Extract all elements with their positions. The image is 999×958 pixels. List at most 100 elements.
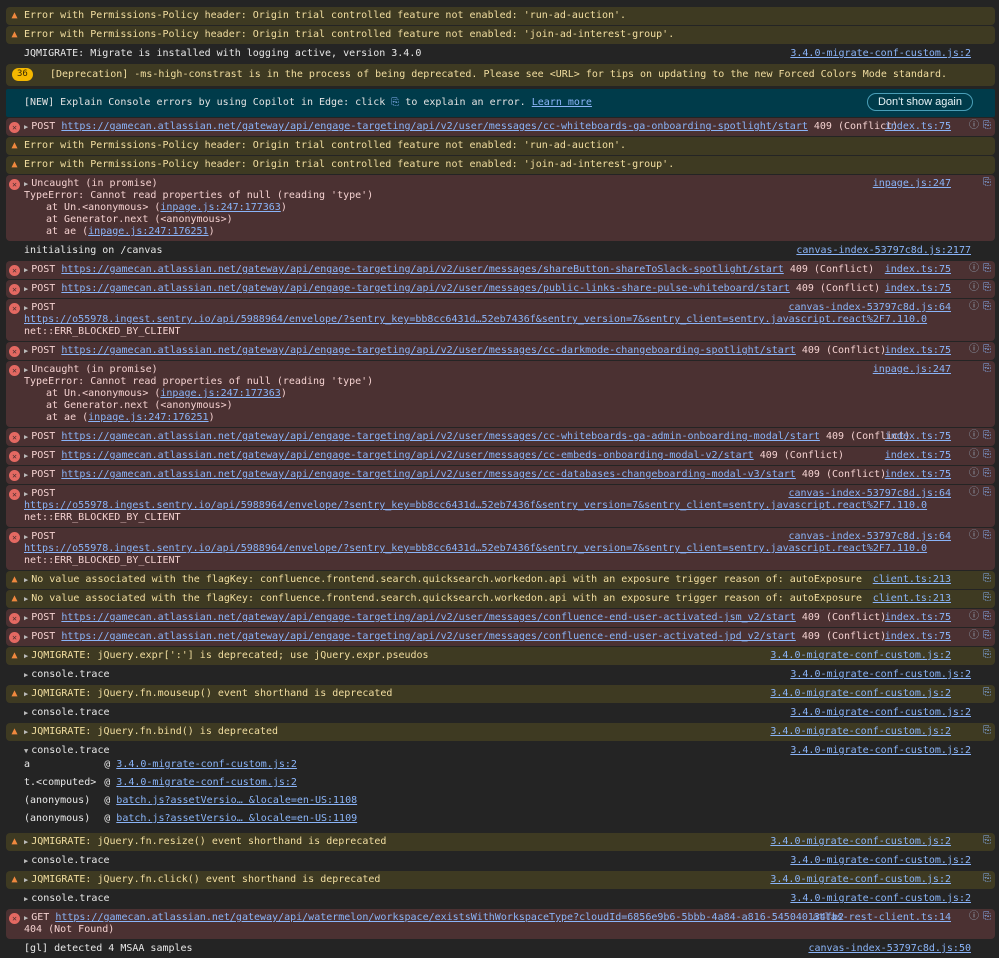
copilot-explain-icon[interactable]: ⎘ [983,430,991,441]
source-link[interactable]: atlas-rest-client.ts:14 [813,912,951,924]
source-link[interactable]: 3.4.0-migrate-conf-custom.js:2 [770,688,951,700]
copilot-explain-icon[interactable]: ⎘ [983,530,991,541]
expand-triangle-icon[interactable]: ▶ [24,433,28,441]
message-link[interactable]: https://gamecan.atlassian.net/gateway/ap… [61,450,753,461]
copilot-explain-icon[interactable]: ⎘ [983,835,991,846]
network-info-icon[interactable]: ⓘ [969,120,979,131]
copilot-explain-icon[interactable]: ⎘ [983,487,991,498]
source-link[interactable]: index.ts:75 [885,283,951,295]
network-info-icon[interactable]: ⓘ [969,468,979,479]
network-info-icon[interactable]: ⓘ [969,611,979,622]
message-link[interactable]: https://gamecan.atlassian.net/gateway/ap… [61,121,808,132]
expand-triangle-icon[interactable]: ▶ [24,180,28,188]
source-link[interactable]: 3.4.0-migrate-conf-custom.js:2 [790,745,971,757]
source-link[interactable]: 3.4.0-migrate-conf-custom.js:2 [770,836,951,848]
source-link[interactable]: canvas-index-53797c8d.js:50 [808,943,971,955]
expand-triangle-icon[interactable]: ▶ [24,709,28,717]
expand-triangle-icon[interactable]: ▶ [24,671,28,679]
frame-source-link[interactable]: 3.4.0-migrate-conf-custom.js:2 [116,777,297,788]
network-info-icon[interactable]: ⓘ [969,301,979,312]
copilot-explain-icon[interactable]: ⎘ [983,592,991,603]
source-link[interactable]: index.ts:75 [885,631,951,643]
source-link[interactable]: canvas-index-53797c8d.js:64 [788,531,951,543]
network-info-icon[interactable]: ⓘ [969,487,979,498]
expand-triangle-icon[interactable]: ▶ [24,633,28,641]
copilot-explain-icon[interactable]: ⎘ [983,873,991,884]
source-link[interactable]: index.ts:75 [885,612,951,624]
copilot-explain-icon[interactable]: ⎘ [983,911,991,922]
frame-source-link[interactable]: batch.js?assetVersio… &locale=en-US:1108 [116,795,357,806]
expand-triangle-icon[interactable]: ▶ [24,266,28,274]
source-link[interactable]: 3.4.0-migrate-conf-custom.js:2 [790,669,971,681]
copilot-explain-icon[interactable]: ⎘ [983,649,991,660]
expand-triangle-icon[interactable]: ▶ [24,652,28,660]
expand-triangle-icon[interactable]: ▶ [24,490,28,498]
source-link[interactable]: index.ts:75 [885,469,951,481]
source-link[interactable]: 3.4.0-migrate-conf-custom.js:2 [790,893,971,905]
source-link[interactable]: canvas-index-53797c8d.js:2177 [796,245,971,257]
message-link[interactable]: https://o55978.ingest.sentry.io/api/5988… [24,500,927,511]
expand-triangle-icon[interactable]: ▶ [24,304,28,312]
message-link[interactable]: https://gamecan.atlassian.net/gateway/ap… [61,631,796,642]
message-link[interactable]: https://gamecan.atlassian.net/gateway/ap… [55,912,844,923]
source-link[interactable]: client.ts:213 [873,574,951,586]
source-link[interactable]: canvas-index-53797c8d.js:64 [788,488,951,500]
message-link[interactable]: inpage.js:247:177363 [160,388,280,399]
expand-triangle-icon[interactable]: ▶ [24,576,28,584]
frame-source-link[interactable]: 3.4.0-migrate-conf-custom.js:2 [116,759,297,770]
copilot-explain-icon[interactable]: ⎘ [983,177,991,188]
source-link[interactable]: canvas-index-53797c8d.js:64 [788,302,951,314]
expand-triangle-icon[interactable]: ▶ [24,857,28,865]
expand-triangle-icon[interactable]: ▶ [24,728,28,736]
network-info-icon[interactable]: ⓘ [969,449,979,460]
source-link[interactable]: 3.4.0-migrate-conf-custom.js:2 [770,726,951,738]
learn-more-link[interactable]: Learn more [532,97,592,108]
network-info-icon[interactable]: ⓘ [969,530,979,541]
message-link[interactable]: https://gamecan.atlassian.net/gateway/ap… [61,612,796,623]
source-link[interactable]: index.ts:75 [885,345,951,357]
expand-triangle-icon[interactable]: ▶ [24,876,28,884]
expand-triangle-icon[interactable]: ▶ [24,285,28,293]
collapse-triangle-icon[interactable]: ▼ [24,747,28,755]
network-info-icon[interactable]: ⓘ [969,344,979,355]
source-link[interactable]: 3.4.0-migrate-conf-custom.js:2 [770,650,951,662]
copilot-explain-icon[interactable]: ⎘ [983,282,991,293]
copilot-explain-icon[interactable]: ⎘ [983,301,991,312]
expand-triangle-icon[interactable]: ▶ [24,690,28,698]
message-link[interactable]: https://gamecan.atlassian.net/gateway/ap… [61,345,796,356]
dont-show-again-button[interactable]: Don't show again [866,93,973,111]
source-link[interactable]: 3.4.0-migrate-conf-custom.js:2 [790,48,971,60]
network-info-icon[interactable]: ⓘ [969,430,979,441]
copilot-explain-icon[interactable]: ⎘ [983,120,991,131]
network-info-icon[interactable]: ⓘ [969,911,979,922]
copilot-explain-icon[interactable]: ⎘ [983,630,991,641]
expand-triangle-icon[interactable]: ▶ [24,366,28,374]
message-link[interactable]: https://o55978.ingest.sentry.io/api/5988… [24,314,927,325]
source-link[interactable]: client.ts:213 [873,593,951,605]
copilot-explain-icon[interactable]: ⎘ [983,468,991,479]
source-link[interactable]: 3.4.0-migrate-conf-custom.js:2 [790,855,971,867]
copilot-explain-icon[interactable]: ⎘ [983,687,991,698]
message-link[interactable]: https://o55978.ingest.sentry.io/api/5988… [24,543,927,554]
message-link[interactable]: inpage.js:247:176251 [88,412,208,423]
expand-triangle-icon[interactable]: ▶ [24,914,28,922]
issue-count-badge[interactable]: 36 [12,68,33,81]
expand-triangle-icon[interactable]: ▶ [24,614,28,622]
network-info-icon[interactable]: ⓘ [969,630,979,641]
expand-triangle-icon[interactable]: ▶ [24,595,28,603]
expand-triangle-icon[interactable]: ▶ [24,533,28,541]
expand-triangle-icon[interactable]: ▶ [24,895,28,903]
source-link[interactable]: index.ts:75 [885,264,951,276]
copilot-explain-icon[interactable]: ⎘ [983,611,991,622]
expand-triangle-icon[interactable]: ▶ [24,452,28,460]
message-link[interactable]: https://gamecan.atlassian.net/gateway/ap… [61,469,796,480]
source-link[interactable]: index.ts:75 [885,431,951,443]
copilot-explain-icon[interactable]: ⎘ [983,344,991,355]
source-link[interactable]: 3.4.0-migrate-conf-custom.js:2 [770,874,951,886]
source-link[interactable]: inpage.js:247 [873,364,951,376]
frame-source-link[interactable]: batch.js?assetVersio… &locale=en-US:1109 [116,813,357,824]
message-link[interactable]: inpage.js:247:177363 [160,202,280,213]
expand-triangle-icon[interactable]: ▶ [24,838,28,846]
source-link[interactable]: index.ts:75 [885,450,951,462]
source-link[interactable]: inpage.js:247 [873,178,951,190]
